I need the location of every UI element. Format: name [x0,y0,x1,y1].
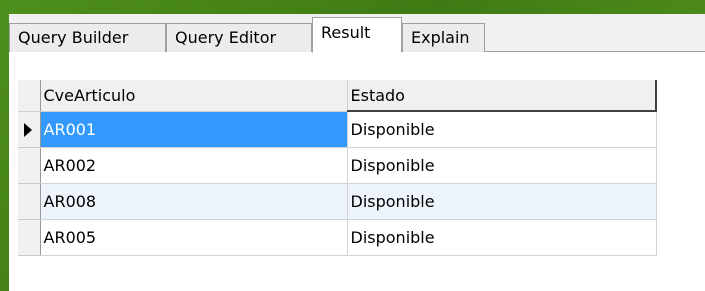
cell-estado[interactable]: Disponible [347,219,657,256]
table-row[interactable]: AR002 Disponible [18,147,657,184]
tab-strip: Query Builder Query Editor Result Explai… [9,14,705,53]
row-indicator[interactable] [18,219,41,256]
cell-cvearticulo[interactable]: AR005 [40,219,348,256]
column-header-estado[interactable]: Estado [347,80,657,112]
cell-estado[interactable]: Disponible [347,183,657,220]
result-grid[interactable]: CveArticulo Estado AR001 Disponible AR00… [9,52,705,291]
result-table: CveArticulo Estado AR001 Disponible AR00… [18,80,657,256]
row-indicator[interactable] [18,183,41,220]
table-row[interactable]: AR008 Disponible [18,183,657,220]
cell-cvearticulo[interactable]: AR001 [40,111,348,148]
current-row-arrow-icon [24,122,32,137]
column-header-cvearticulo[interactable]: CveArticulo [40,80,348,112]
tab-query-builder[interactable]: Query Builder [9,23,166,52]
row-indicator[interactable] [18,147,41,184]
window-background: Query Builder Query Editor Result Explai… [0,0,705,291]
header-row: CveArticulo Estado [18,80,657,112]
tab-query-editor[interactable]: Query Editor [166,23,312,52]
table-row[interactable]: AR001 Disponible [18,111,657,148]
cell-estado[interactable]: Disponible [347,111,657,148]
tab-result[interactable]: Result [312,17,402,53]
query-panel: Query Builder Query Editor Result Explai… [9,14,705,291]
cell-cvearticulo[interactable]: AR002 [40,147,348,184]
table-row[interactable]: AR005 Disponible [18,219,657,256]
row-indicator-header [18,80,41,112]
cell-cvearticulo[interactable]: AR008 [40,183,348,220]
tab-explain[interactable]: Explain [402,23,485,52]
cell-estado[interactable]: Disponible [347,147,657,184]
row-indicator[interactable] [18,111,41,148]
